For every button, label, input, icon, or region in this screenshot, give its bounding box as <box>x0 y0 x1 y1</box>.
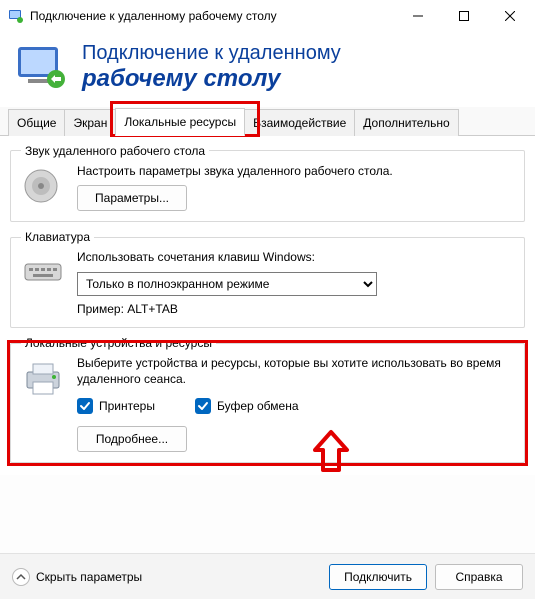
speaker-icon <box>21 166 65 206</box>
tab-screen[interactable]: Экран <box>64 109 116 136</box>
group-keyboard: Клавиатура Использовать сочетания клавиш… <box>10 230 525 328</box>
header: Подключение к удаленному рабочему столу <box>0 32 535 107</box>
tab-local-resources[interactable]: Локальные ресурсы <box>115 108 245 136</box>
maximize-button[interactable] <box>441 0 487 32</box>
devices-desc: Выберите устройства и ресурсы, которые в… <box>77 356 514 387</box>
close-button[interactable] <box>487 0 533 32</box>
devices-more-button[interactable]: Подробнее... <box>77 426 187 452</box>
tab-panel: Звук удаленного рабочего стола Настроить… <box>0 136 535 475</box>
printer-icon <box>21 358 65 398</box>
rdp-logo-icon <box>14 43 68 91</box>
tab-general[interactable]: Общие <box>8 109 65 136</box>
audio-desc: Настроить параметры звука удаленного раб… <box>77 164 514 180</box>
group-devices: Локальные устройства и ресурсы Выберите … <box>10 336 525 462</box>
tab-experience[interactable]: Взаимодействие <box>244 109 355 136</box>
checkbox-clipboard-label: Буфер обмена <box>217 399 299 413</box>
tab-strip: Общие Экран Локальные ресурсы Взаимодейс… <box>0 107 535 136</box>
checkbox-clipboard[interactable]: Буфер обмена <box>195 398 299 414</box>
keyboard-combo[interactable]: Только в полноэкранном режиме <box>77 272 377 296</box>
header-line2: рабочему столу <box>82 65 341 93</box>
window-controls <box>395 0 533 32</box>
audio-settings-button[interactable]: Параметры... <box>77 185 187 211</box>
minimize-button[interactable] <box>395 0 441 32</box>
checkbox-printers[interactable]: Принтеры <box>77 398 155 414</box>
group-keyboard-legend: Клавиатура <box>21 230 94 244</box>
keyboard-icon <box>21 252 65 292</box>
group-audio-legend: Звук удаленного рабочего стола <box>21 144 209 158</box>
group-audio: Звук удаленного рабочего стола Настроить… <box>10 144 525 223</box>
tab-advanced[interactable]: Дополнительно <box>354 109 458 136</box>
hide-options-toggle[interactable]: Скрыть параметры <box>12 568 321 586</box>
checkmark-icon <box>195 398 211 414</box>
header-text: Подключение к удаленному рабочему столу <box>82 42 341 93</box>
chevron-up-icon <box>12 568 30 586</box>
keyboard-desc: Использовать сочетания клавиш Windows: <box>77 250 514 266</box>
annotation-arrow-icon <box>311 428 351 476</box>
group-devices-legend: Локальные устройства и ресурсы <box>21 336 216 350</box>
help-button[interactable]: Справка <box>435 564 523 590</box>
checkmark-icon <box>77 398 93 414</box>
keyboard-example: Пример: ALT+TAB <box>77 302 514 318</box>
checkbox-printers-label: Принтеры <box>99 399 155 413</box>
hide-options-label: Скрыть параметры <box>36 570 142 584</box>
connect-button[interactable]: Подключить <box>329 564 427 590</box>
titlebar-title: Подключение к удаленному рабочему столу <box>30 9 395 23</box>
header-line1: Подключение к удаленному <box>82 42 341 65</box>
footer: Скрыть параметры Подключить Справка <box>0 553 535 599</box>
app-icon <box>8 8 24 24</box>
titlebar: Подключение к удаленному рабочему столу <box>0 0 535 32</box>
